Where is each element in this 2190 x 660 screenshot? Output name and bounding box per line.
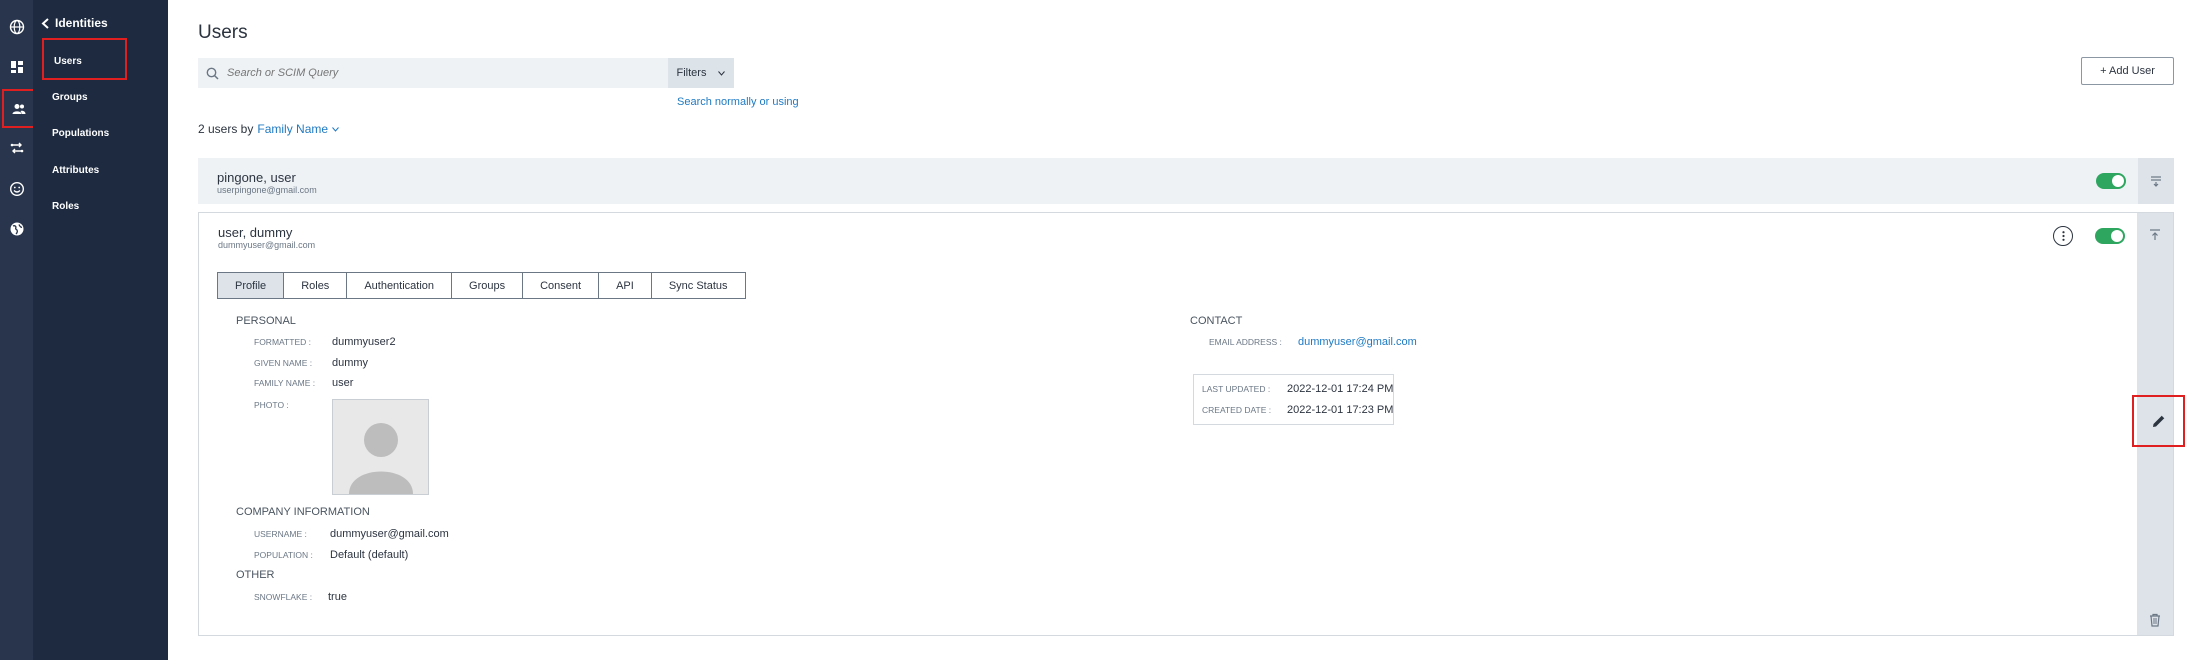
sort-label: Family Name xyxy=(257,122,329,136)
user-enabled-toggle[interactable] xyxy=(2095,228,2125,244)
collapse-icon[interactable] xyxy=(2148,228,2162,242)
tab-groups[interactable]: Groups xyxy=(452,273,524,298)
population-label: POPULATION : xyxy=(254,550,313,560)
kebab-icon xyxy=(2061,231,2065,241)
tab-api[interactable]: API xyxy=(599,273,652,298)
sidebar-item-attributes[interactable]: Attributes xyxy=(52,165,99,176)
personal-heading: PERSONAL xyxy=(236,315,296,327)
sidebar-item-roles[interactable]: Roles xyxy=(52,201,79,212)
expand-row-button[interactable] xyxy=(2138,158,2174,204)
email-label: EMAIL ADDRESS : xyxy=(1209,337,1282,347)
settings-globe-icon[interactable] xyxy=(5,217,28,240)
sidebar-item-label: Users xyxy=(54,56,82,67)
created-date-value: 2022-12-01 17:23 PM xyxy=(1287,404,1394,416)
expand-icon xyxy=(2151,176,2161,187)
formatted-value: dummyuser2 xyxy=(332,336,396,348)
formatted-label: FORMATTED : xyxy=(254,337,311,347)
username-value: dummyuser@gmail.com xyxy=(330,528,449,540)
user-count-text: 2 users by xyxy=(198,122,254,136)
search-bar: Filters xyxy=(198,58,734,88)
user-row[interactable]: pingone, user userpingone@gmail.com xyxy=(198,158,2174,204)
tab-authentication[interactable]: Authentication xyxy=(347,273,453,298)
email-value[interactable]: dummyuser@gmail.com xyxy=(1298,336,1417,348)
sidebar-item-users[interactable]: Users xyxy=(42,38,127,80)
snowflake-value: true xyxy=(328,591,347,603)
given-name-label: GIVEN NAME : xyxy=(254,358,313,368)
avatar xyxy=(332,399,429,495)
user-row-expanded: user, dummy dummyuser@gmail.com Profile … xyxy=(198,212,2185,636)
delete-icon[interactable] xyxy=(2148,613,2162,627)
edit-button[interactable] xyxy=(2132,395,2185,447)
filters-label: Filters xyxy=(676,67,707,79)
user-enabled-toggle[interactable] xyxy=(2096,173,2126,189)
user-detail-tabs: Profile Roles Authentication Groups Cons… xyxy=(217,272,746,299)
icon-rail xyxy=(0,0,35,660)
username-label: USERNAME : xyxy=(254,529,307,539)
population-value: Default (default) xyxy=(330,549,409,561)
avatar-placeholder-icon xyxy=(348,423,413,494)
snowflake-label: SNOWFLAKE : xyxy=(254,592,313,602)
company-heading: COMPANY INFORMATION xyxy=(236,506,370,518)
tab-consent[interactable]: Consent xyxy=(523,273,600,298)
globe-icon[interactable] xyxy=(5,15,28,38)
user-name: user, dummy xyxy=(218,225,293,240)
created-date-label: CREATED DATE : xyxy=(1202,405,1272,415)
add-user-button[interactable]: + Add User xyxy=(2081,57,2174,85)
last-updated-label: LAST UPDATED : xyxy=(1202,384,1271,394)
chevron-down-icon xyxy=(718,70,726,76)
chevron-down-icon xyxy=(332,126,339,132)
page-title: Users xyxy=(198,22,248,43)
family-name-value: user xyxy=(332,377,354,389)
search-icon xyxy=(206,67,219,80)
more-options-button[interactable] xyxy=(2053,226,2073,246)
given-name-value: dummy xyxy=(332,357,369,369)
sidebar-item-groups[interactable]: Groups xyxy=(52,92,88,103)
experiences-icon[interactable] xyxy=(5,177,28,200)
tab-roles[interactable]: Roles xyxy=(284,273,348,298)
dates-box xyxy=(1193,374,1394,425)
chevron-left-icon xyxy=(41,17,49,29)
tab-profile[interactable]: Profile xyxy=(218,273,285,298)
user-email: userpingone@gmail.com xyxy=(217,185,317,195)
sidebar: Identities Users Groups Populations Attr… xyxy=(33,0,168,660)
tab-sync-status[interactable]: Sync Status xyxy=(652,273,745,298)
main-content: Users Filters Search normally or using +… xyxy=(168,0,2190,660)
sort-dropdown[interactable]: Family Name xyxy=(257,122,339,136)
user-name: pingone, user xyxy=(217,170,296,185)
users-icon[interactable] xyxy=(2,89,35,128)
user-count-line: 2 users by Family Name xyxy=(198,122,339,136)
contact-heading: CONTACT xyxy=(1190,315,1243,327)
search-mode-link[interactable]: Search normally or using xyxy=(677,96,799,108)
other-heading: OTHER xyxy=(236,569,275,581)
filters-button[interactable]: Filters xyxy=(668,58,734,88)
pencil-icon xyxy=(2152,415,2165,427)
connections-icon[interactable] xyxy=(5,136,28,159)
back-to-identities[interactable]: Identities xyxy=(41,16,108,30)
back-label: Identities xyxy=(55,16,108,30)
dashboard-icon[interactable] xyxy=(5,55,28,78)
last-updated-value: 2022-12-01 17:24 PM xyxy=(1287,383,1394,395)
sidebar-item-populations[interactable]: Populations xyxy=(52,128,109,139)
user-email: dummyuser@gmail.com xyxy=(218,240,316,250)
search-input[interactable] xyxy=(219,59,668,87)
photo-label: PHOTO : xyxy=(254,400,289,410)
family-name-label: FAMILY NAME : xyxy=(254,378,316,388)
